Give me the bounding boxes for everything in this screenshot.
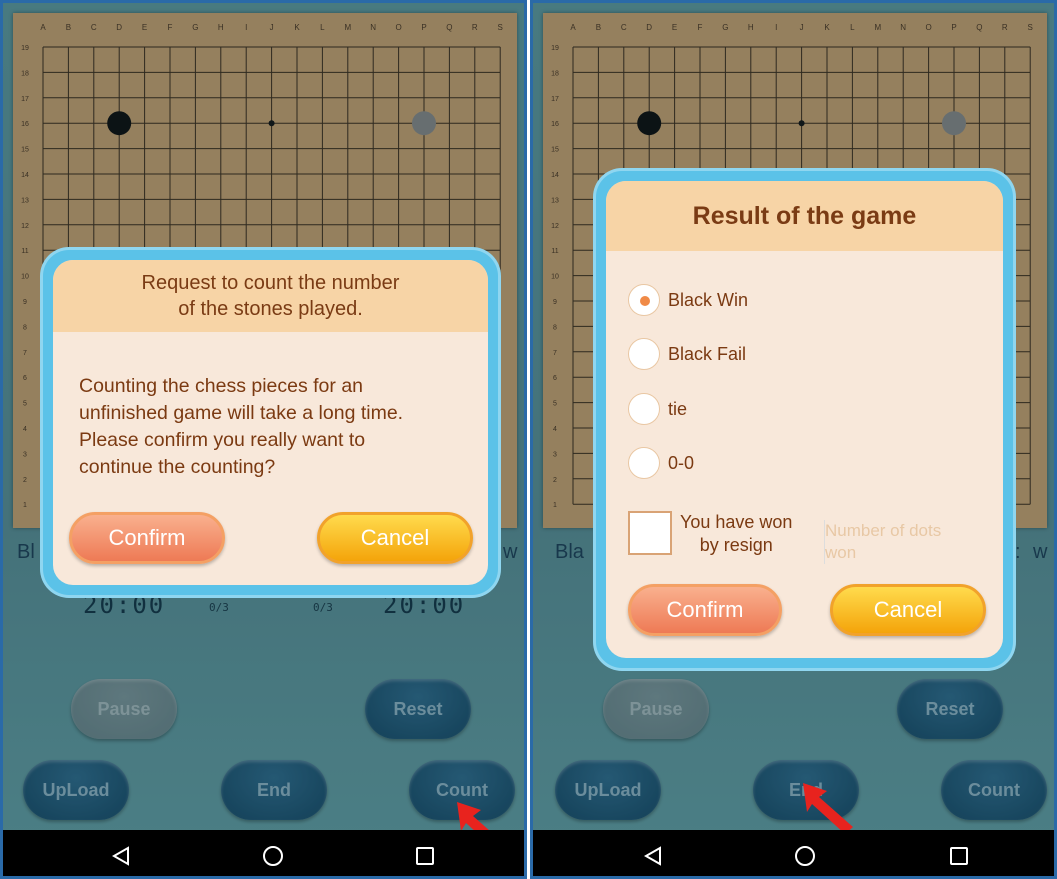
dots-won-placeholder-line2: won (825, 543, 857, 562)
tie-radio[interactable] (628, 393, 660, 425)
dialog-title-line2: of the stones played. (178, 298, 363, 320)
count-request-dialog: Request to count the number of the stone… (43, 250, 498, 595)
black-fail-label: Black Fail (668, 344, 747, 364)
left-screenshot: A B C D E F G H I J K L M N O P Q R S 19 18 17 16 15 14 13 12 11 10 9… (0, 0, 527, 879)
home-icon[interactable] (775, 830, 835, 876)
resign-label-line1: You have won (680, 512, 793, 532)
dialog-title: Result of the game (606, 181, 1003, 251)
right-screenshot: A B C D E F G H I J K L M N O P Q R S 19 18 17 16 15 14 13 12 11 10 9… (530, 0, 1057, 879)
dots-won-input[interactable]: Number of dots won (824, 520, 941, 564)
dialog-header: Request to count the number of the stone… (53, 260, 488, 332)
confirm-button[interactable]: Confirm (628, 584, 782, 636)
dialog-message: Counting the chess pieces for an unfinis… (79, 373, 403, 481)
black-win-label: Black Win (668, 290, 749, 310)
dialog-title-line1: Request to count the number (141, 272, 400, 294)
resign-checkbox[interactable] (628, 511, 672, 555)
black-win-radio[interactable] (628, 284, 660, 316)
black-fail-radio[interactable] (628, 338, 660, 370)
dialog-message-line4: continue the counting? (79, 456, 276, 478)
tie-label: tie (668, 399, 688, 419)
resign-label-line2: by resign (699, 535, 773, 555)
recent-apps-icon[interactable] (929, 830, 989, 876)
back-icon[interactable] (623, 830, 683, 876)
home-icon[interactable] (243, 830, 303, 876)
dialog-message-line3: Please confirm you really want to (79, 429, 366, 451)
android-nav-bar (3, 830, 524, 876)
dots-won-placeholder-line1: Number of dots (825, 521, 942, 540)
back-icon[interactable] (91, 830, 151, 876)
confirm-button[interactable]: Confirm (69, 512, 225, 564)
dialog-message-line2: unfinished game will take a long time. (79, 402, 404, 424)
zero-zero-radio[interactable] (628, 447, 660, 479)
resign-label: You have won by resign (680, 511, 792, 557)
cancel-button[interactable]: Cancel (830, 584, 986, 636)
cancel-button[interactable]: Cancel (317, 512, 473, 564)
game-result-dialog: Result of the game Black Win Black Fail … (596, 171, 1013, 668)
recent-apps-icon[interactable] (395, 830, 455, 876)
dialog-message-line1: Counting the chess pieces for an (79, 375, 364, 397)
android-nav-bar (533, 830, 1054, 876)
zero-zero-label: 0-0 (668, 453, 695, 473)
